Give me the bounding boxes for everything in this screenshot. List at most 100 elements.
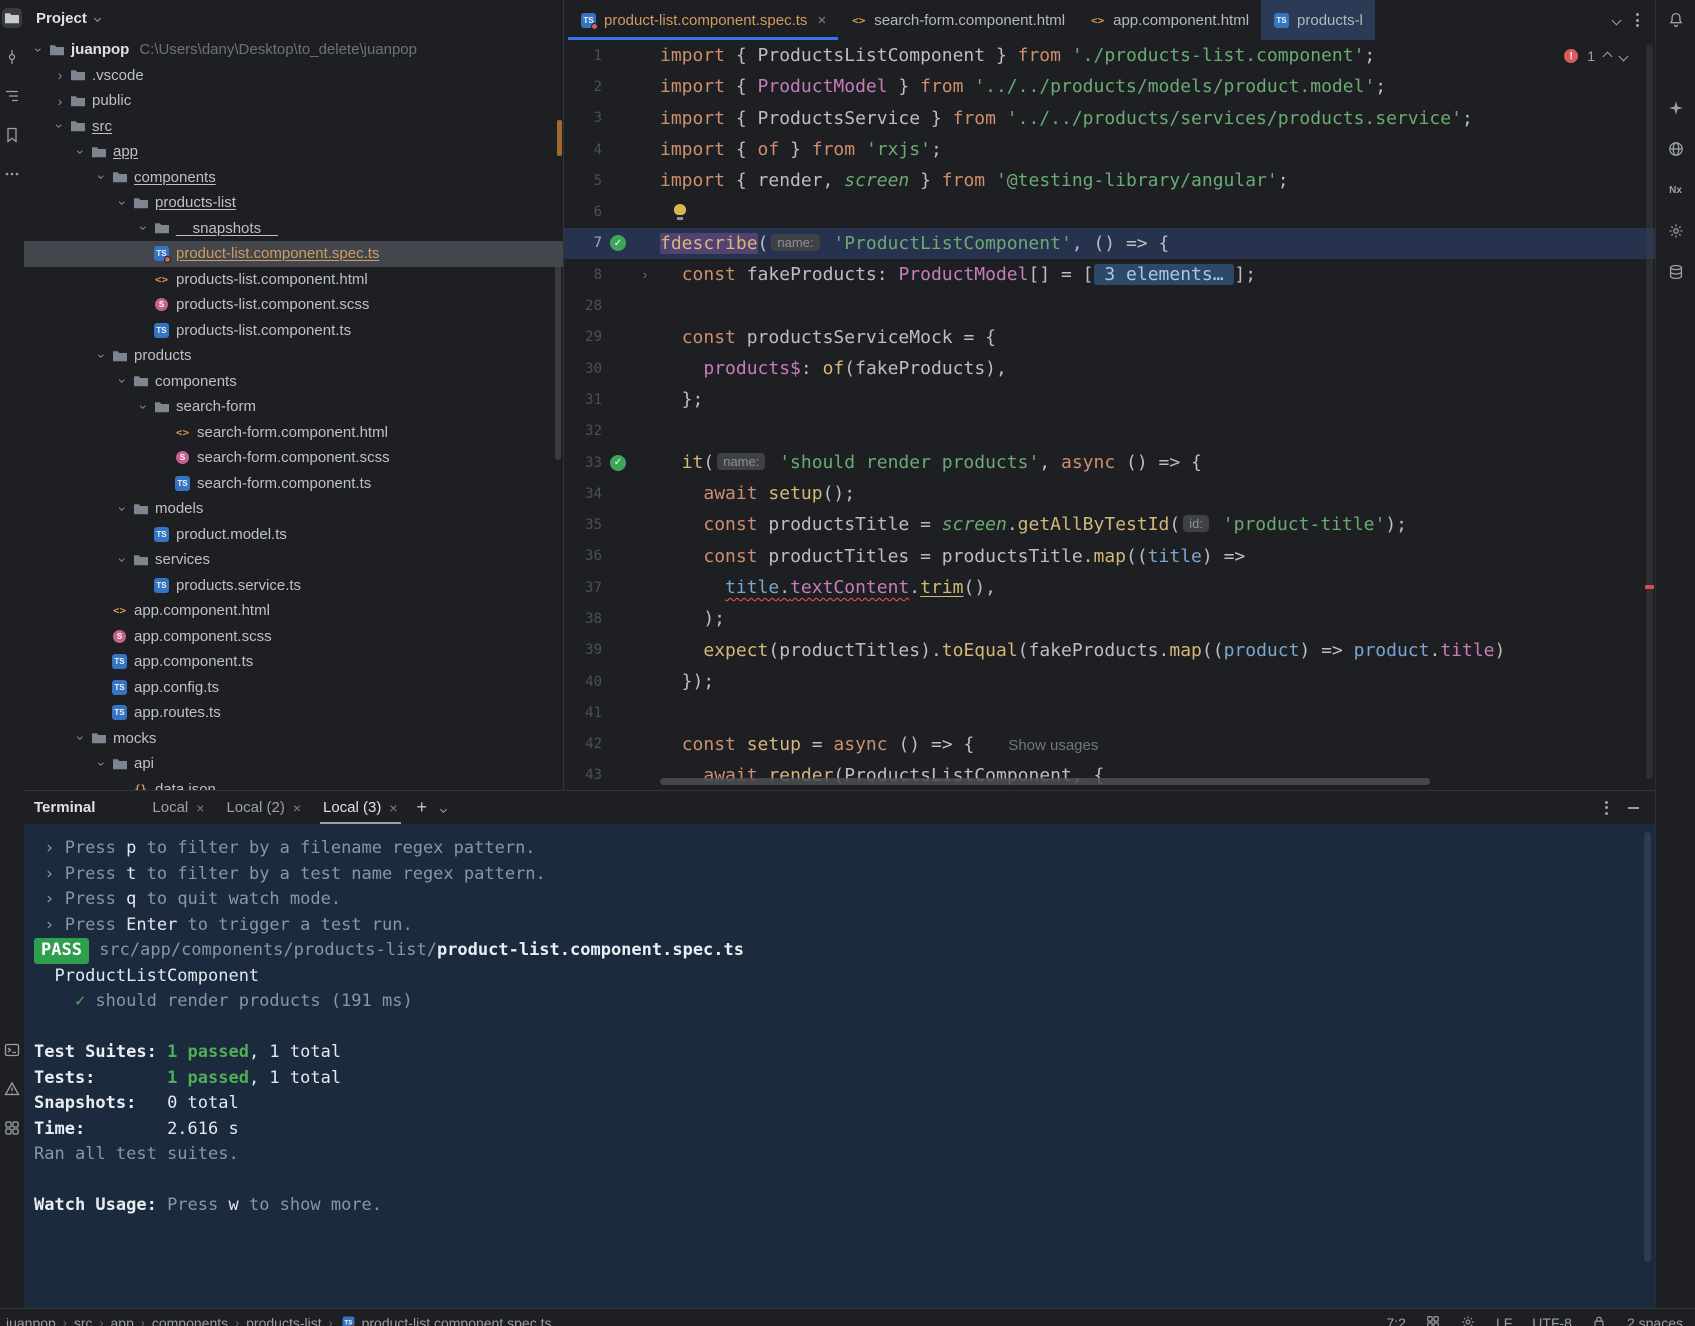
editor-more-options-icon[interactable] [1636, 13, 1639, 27]
test-passed-icon[interactable]: ✓ [610, 455, 626, 471]
run-test-gutter[interactable]: ✓ [602, 455, 634, 471]
tab-close-icon[interactable]: × [389, 800, 397, 816]
tool-window-database-icon[interactable] [1666, 262, 1686, 282]
editor-vertical-scrollbar[interactable] [1646, 44, 1653, 779]
chevron-expanded-icon[interactable]: › [115, 500, 131, 518]
previous-problem-icon[interactable] [1603, 51, 1613, 61]
gutter-line-37[interactable]: 37 [564, 572, 660, 603]
code-line-5[interactable]: 5import { render, screen } from '@testin… [564, 165, 1655, 196]
breadcrumb-file[interactable]: TSproduct-list.component.spec.ts [340, 1314, 552, 1326]
gutter-line-1[interactable]: 1 [564, 40, 660, 71]
code-line-32[interactable]: 32 [564, 416, 1655, 447]
tree-folder-vscode[interactable]: ›.vscode [24, 63, 563, 89]
tab-close-icon[interactable]: × [293, 800, 301, 816]
gutter-line-41[interactable]: 41 [564, 697, 660, 728]
editor-tab-app-component-html[interactable]: <>app.component.html [1077, 0, 1261, 40]
editor-tab-product-list-component-spec-ts[interactable]: TSproduct-list.component.spec.ts× [568, 0, 838, 40]
tree-folder-search-form[interactable]: ›search-form [24, 394, 563, 420]
terminal-scrollbar[interactable] [1644, 832, 1651, 1262]
code-line-2[interactable]: 2import { ProductModel } from '../../pro… [564, 71, 1655, 102]
code-line-35[interactable]: 35 const productsTitle = screen.getAllBy… [564, 509, 1655, 540]
gutter-line-31[interactable]: 31 [564, 384, 660, 415]
tool-window-services-icon[interactable] [2, 1118, 22, 1138]
tree-folder-app[interactable]: ›app [24, 139, 563, 165]
inspections-widget[interactable]: ! 1 [1564, 48, 1627, 64]
code-line-31[interactable]: 31 }; [564, 384, 1655, 415]
gutter-line-3[interactable]: 3 [564, 103, 660, 134]
tree-folder-components[interactable]: ›components [24, 165, 563, 191]
tool-window-globe-icon[interactable] [1666, 139, 1686, 159]
gutter-line-30[interactable]: 30 [564, 353, 660, 384]
tree-file-app-routes-ts[interactable]: TSapp.routes.ts [24, 700, 563, 726]
gutter-line-4[interactable]: 4 [564, 134, 660, 165]
indent-config[interactable]: 2 spaces [1627, 1315, 1683, 1326]
chevron-expanded-icon[interactable]: › [136, 398, 152, 416]
terminal-title[interactable]: Terminal [34, 799, 95, 816]
notifications-bell-icon[interactable] [1666, 10, 1686, 30]
code-line-8[interactable]: 8› const fakeProducts: ProductModel[] = … [564, 259, 1655, 290]
tool-window-commit-icon[interactable] [2, 47, 22, 67]
code-line-33[interactable]: 33✓ it(name: 'should render products', a… [564, 447, 1655, 478]
test-passed-icon[interactable]: ✓ [610, 235, 626, 251]
chevron-expanded-icon[interactable]: › [31, 41, 47, 59]
code-line-42[interactable]: 42 const setup = async () => {Show usage… [564, 729, 1655, 760]
chevron-expanded-icon[interactable]: › [94, 168, 110, 186]
hidden-tabs-dropdown-icon[interactable] [1612, 15, 1622, 25]
tree-folder-snapshots[interactable]: ›__snapshots__ [24, 216, 563, 242]
tree-file-app-component-scss[interactable]: Sapp.component.scss [24, 624, 563, 650]
code-line-40[interactable]: 40 }); [564, 666, 1655, 697]
code-line-1[interactable]: 1import { ProductsListComponent } from '… [564, 40, 1655, 71]
tree-file-products-list-component-scss[interactable]: Sproducts-list.component.scss [24, 292, 563, 318]
project-panel-header[interactable]: Project [24, 0, 563, 37]
gutter-line-35[interactable]: 35 [564, 509, 660, 540]
code-line-3[interactable]: 3import { ProductsService } from '../../… [564, 103, 1655, 134]
tree-file-product-model-ts[interactable]: TSproduct.model.ts [24, 522, 563, 548]
code-line-4[interactable]: 4import { of } from 'rxjs'; [564, 134, 1655, 165]
tree-folder-api[interactable]: ›api [24, 751, 563, 777]
run-test-gutter[interactable]: ✓ [602, 235, 634, 251]
intention-bulb-icon[interactable] [674, 204, 686, 220]
tree-folder-mocks[interactable]: ›mocks [24, 726, 563, 752]
tool-window-terminal-icon[interactable] [2, 1040, 22, 1060]
project-scrollbar-thumb[interactable] [555, 250, 561, 460]
gutter-line-7[interactable]: 7✓ [564, 228, 660, 259]
gutter-line-33[interactable]: 33✓ [564, 447, 660, 478]
fold-collapsed-icon[interactable]: › [634, 267, 656, 282]
gutter-line-40[interactable]: 40 [564, 666, 660, 697]
tool-window-ai-icon[interactable] [1666, 98, 1686, 118]
chevron-expanded-icon[interactable]: › [73, 729, 89, 747]
tool-window-problems-icon[interactable] [2, 1079, 22, 1099]
code-line-28[interactable]: 28 [564, 290, 1655, 321]
code-line-36[interactable]: 36 const productTitles = productsTitle.m… [564, 541, 1655, 572]
tree-folder-products[interactable]: ›products [24, 343, 563, 369]
tree-folder-public[interactable]: ›public [24, 88, 563, 114]
next-problem-icon[interactable] [1619, 51, 1629, 61]
chevron-expanded-icon[interactable]: › [115, 551, 131, 569]
terminal-tab-local-2[interactable]: Local (2)× [215, 791, 312, 824]
tree-file-products-list-component-html[interactable]: <>products-list.component.html [24, 267, 563, 293]
tree-file-products-service-ts[interactable]: TSproducts.service.ts [24, 573, 563, 599]
line-separator[interactable]: LF [1496, 1315, 1512, 1326]
breadcrumb-src[interactable]: src [74, 1315, 93, 1326]
gutter-line-36[interactable]: 36 [564, 541, 660, 572]
tool-window-project-icon[interactable] [2, 8, 22, 28]
tree-file-data-json[interactable]: {}data.json [24, 777, 563, 791]
terminal-options-icon[interactable] [1605, 801, 1608, 815]
gutter-line-5[interactable]: 5 [564, 165, 660, 196]
chevron-expanded-icon[interactable]: › [94, 347, 110, 365]
code-line-34[interactable]: 34 await setup(); [564, 478, 1655, 509]
breadcrumb-app[interactable]: app [111, 1315, 134, 1326]
code-line-30[interactable]: 30 products$: of(fakeProducts), [564, 353, 1655, 384]
code-line-29[interactable]: 29 const productsServiceMock = { [564, 322, 1655, 353]
tool-window-structure-icon[interactable] [2, 86, 22, 106]
terminal-tab-local-3[interactable]: Local (3)× [312, 791, 409, 824]
gutter-line-42[interactable]: 42 [564, 729, 660, 760]
tree-file-products-list-component-ts[interactable]: TSproducts-list.component.ts [24, 318, 563, 344]
tree-file-product-list-component-spec-ts[interactable]: TSproduct-list.component.spec.ts [24, 241, 563, 267]
code-line-41[interactable]: 41 [564, 697, 1655, 728]
editor-tab-products-l[interactable]: TSproducts-l [1261, 0, 1375, 40]
tree-file-app-config-ts[interactable]: TSapp.config.ts [24, 675, 563, 701]
gutter-line-32[interactable]: 32 [564, 416, 660, 447]
readonly-lock-icon[interactable] [1592, 1315, 1607, 1326]
terminal-shell-dropdown-icon[interactable] [435, 799, 452, 816]
